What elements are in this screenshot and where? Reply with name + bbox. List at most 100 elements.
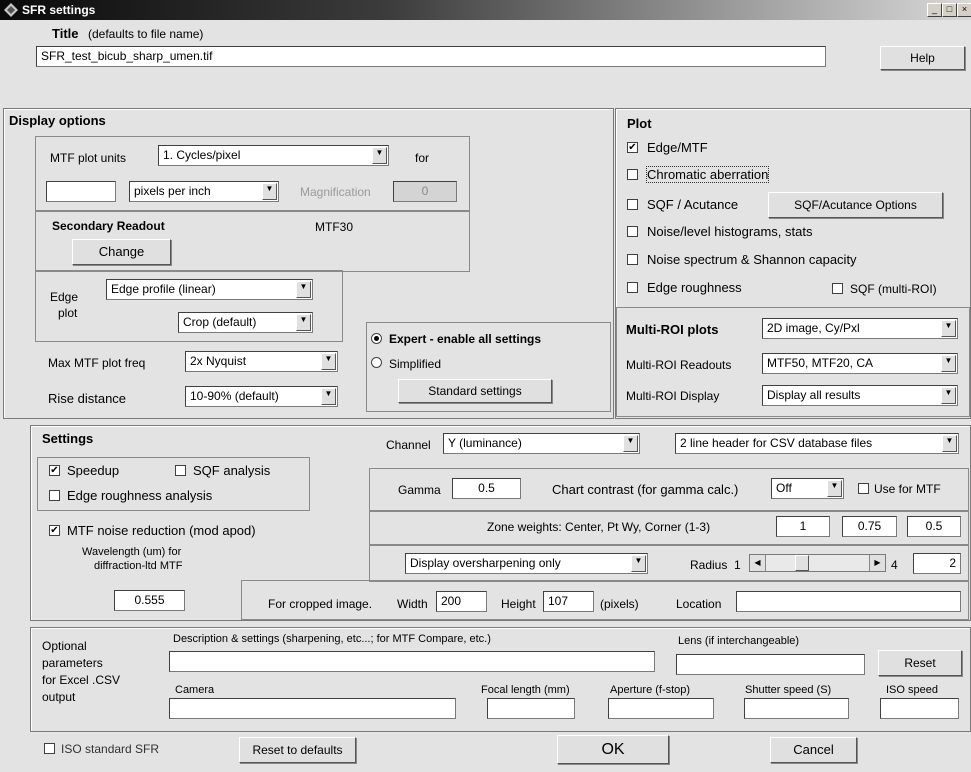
speedup-label: Speedup bbox=[67, 463, 120, 478]
csv-header-select[interactable]: 2 line header for CSV database files ▼ bbox=[675, 433, 959, 454]
simplified-radio[interactable] bbox=[371, 357, 382, 368]
cropped-image-label: For cropped image. bbox=[268, 597, 373, 611]
gamma-input[interactable]: 0.5 bbox=[452, 478, 521, 499]
wavelength-label-2: diffraction-ltd MTF bbox=[94, 560, 183, 572]
expert-radio[interactable] bbox=[371, 333, 382, 344]
max-freq-label: Max MTF plot freq bbox=[48, 356, 146, 370]
mtf-units-label: MTF plot units bbox=[50, 151, 127, 165]
minimize-button[interactable]: _ bbox=[927, 3, 942, 17]
cancel-button[interactable]: Cancel bbox=[770, 737, 857, 763]
ppi-input[interactable] bbox=[46, 181, 116, 202]
help-button[interactable]: Help bbox=[880, 46, 965, 70]
iso-standard-checkbox[interactable] bbox=[44, 743, 55, 754]
slider-thumb[interactable] bbox=[795, 555, 810, 571]
chart-contrast-select[interactable]: Off ▼ bbox=[771, 478, 844, 499]
optional-label-1: Optional bbox=[42, 639, 87, 653]
sqf-checkbox[interactable] bbox=[627, 199, 638, 210]
sqf-label: SQF / Acutance bbox=[647, 197, 739, 212]
shutter-speed-input[interactable] bbox=[744, 698, 849, 719]
speedup-checkbox[interactable]: ✔ bbox=[49, 465, 60, 476]
sqf-multi-checkbox[interactable] bbox=[832, 283, 843, 294]
multi-roi-plots-select[interactable]: 2D image, Cy/Pxl ▼ bbox=[762, 318, 958, 339]
close-button[interactable]: × bbox=[957, 3, 971, 17]
edge-roughness-analysis-checkbox[interactable] bbox=[49, 490, 60, 501]
focal-length-label: Focal length (mm) bbox=[481, 684, 570, 696]
title-label: Title bbox=[52, 26, 79, 41]
maximize-button[interactable]: □ bbox=[942, 3, 957, 17]
noise-level-checkbox[interactable] bbox=[627, 226, 638, 237]
description-label: Description & settings (sharpening, etc.… bbox=[173, 633, 491, 645]
chevron-down-icon: ▼ bbox=[296, 281, 311, 298]
multi-roi-readouts-label: Multi-ROI Readouts bbox=[626, 358, 732, 372]
pixels-label: (pixels) bbox=[600, 597, 639, 611]
sqf-analysis-checkbox[interactable] bbox=[175, 465, 186, 476]
mtf-noise-checkbox[interactable]: ✔ bbox=[49, 525, 60, 536]
plot-heading: Plot bbox=[627, 116, 652, 131]
optional-label-4: output bbox=[42, 690, 76, 704]
magnification-label: Magnification bbox=[300, 185, 371, 199]
chevron-down-icon: ▼ bbox=[262, 183, 277, 200]
arrow-right-icon[interactable]: ▶ bbox=[869, 555, 885, 571]
height-input[interactable]: 107 bbox=[543, 591, 594, 612]
multi-roi-heading: Multi-ROI plots bbox=[626, 322, 719, 337]
rise-distance-select[interactable]: 10-90% (default) ▼ bbox=[185, 386, 338, 407]
standard-settings-button[interactable]: Standard settings bbox=[398, 379, 552, 403]
description-input[interactable] bbox=[169, 651, 655, 672]
oversharpening-select[interactable]: Display oversharpening only ▼ bbox=[405, 553, 648, 574]
width-input[interactable]: 200 bbox=[436, 591, 487, 612]
edge-mtf-checkbox[interactable]: ✔ bbox=[627, 142, 638, 153]
simplified-label: Simplified bbox=[389, 357, 442, 371]
chromatic-checkbox[interactable] bbox=[627, 169, 638, 180]
change-button[interactable]: Change bbox=[72, 239, 171, 265]
chevron-down-icon: ▼ bbox=[942, 435, 957, 452]
zone-weight-corner-input[interactable]: 0.5 bbox=[907, 516, 961, 537]
focal-length-input[interactable] bbox=[487, 698, 575, 719]
width-label: Width bbox=[397, 597, 428, 611]
edge-profile-select[interactable]: Edge profile (linear) ▼ bbox=[106, 279, 313, 300]
reset-button[interactable]: Reset bbox=[878, 650, 962, 676]
zone-weight-pt-input[interactable]: 0.75 bbox=[842, 516, 897, 537]
radius-slider[interactable]: ◀ ▶ bbox=[749, 554, 886, 572]
mtf-noise-label: MTF noise reduction (mod apod) bbox=[67, 523, 256, 538]
channel-select[interactable]: Y (luminance) ▼ bbox=[443, 433, 640, 454]
zone-weight-center-input[interactable]: 1 bbox=[776, 516, 830, 537]
radius-input[interactable]: 2 bbox=[913, 553, 961, 574]
camera-input[interactable] bbox=[169, 698, 456, 719]
arrow-left-icon[interactable]: ◀ bbox=[750, 555, 766, 571]
gamma-label: Gamma bbox=[398, 483, 441, 497]
crop-select[interactable]: Crop (default) ▼ bbox=[178, 312, 313, 333]
edge-label: Edge bbox=[50, 290, 79, 304]
chevron-down-icon: ▼ bbox=[941, 320, 956, 337]
use-for-mtf-checkbox[interactable] bbox=[858, 483, 869, 494]
noise-spectrum-checkbox[interactable] bbox=[627, 254, 638, 265]
window-title: SFR settings bbox=[22, 3, 96, 17]
max-freq-select[interactable]: 2x Nyquist ▼ bbox=[185, 351, 338, 372]
mtf-units-select[interactable]: 1. Cycles/pixel ▼ bbox=[158, 145, 389, 166]
chevron-down-icon: ▼ bbox=[372, 147, 387, 164]
ppi-units-select[interactable]: pixels per inch ▼ bbox=[129, 181, 279, 202]
plot-label: plot bbox=[58, 306, 78, 320]
channel-label: Channel bbox=[386, 438, 431, 452]
radius-min: 1 bbox=[734, 558, 741, 572]
sqf-options-button[interactable]: SQF/Acutance Options bbox=[768, 192, 943, 218]
location-input[interactable] bbox=[736, 591, 961, 612]
multi-roi-display-select[interactable]: Display all results ▼ bbox=[762, 385, 958, 406]
zone-weights-label: Zone weights: Center, Pt Wy, Corner (1-3… bbox=[487, 520, 711, 534]
title-input[interactable]: SFR_test_bicub_sharp_umen.tif bbox=[36, 46, 826, 67]
reset-defaults-button[interactable]: Reset to defaults bbox=[239, 737, 356, 763]
chevron-down-icon: ▼ bbox=[941, 387, 956, 404]
ok-button[interactable]: OK bbox=[557, 735, 669, 764]
for-label: for bbox=[415, 151, 430, 165]
aperture-label: Aperture (f-stop) bbox=[610, 684, 691, 696]
edge-roughness-checkbox[interactable] bbox=[627, 282, 638, 293]
lens-input[interactable] bbox=[676, 654, 865, 675]
wavelength-input[interactable]: 0.555 bbox=[114, 590, 185, 611]
chevron-down-icon: ▼ bbox=[321, 353, 336, 370]
iso-speed-input[interactable] bbox=[880, 698, 959, 719]
aperture-input[interactable] bbox=[608, 698, 714, 719]
multi-roi-readouts-select[interactable]: MTF50, MTF20, CA ▼ bbox=[762, 353, 958, 374]
shutter-speed-label: Shutter speed (S) bbox=[745, 684, 832, 696]
settings-heading: Settings bbox=[42, 431, 94, 446]
rise-distance-label: Rise distance bbox=[48, 391, 127, 406]
noise-level-label: Noise/level histograms, stats bbox=[647, 224, 813, 239]
